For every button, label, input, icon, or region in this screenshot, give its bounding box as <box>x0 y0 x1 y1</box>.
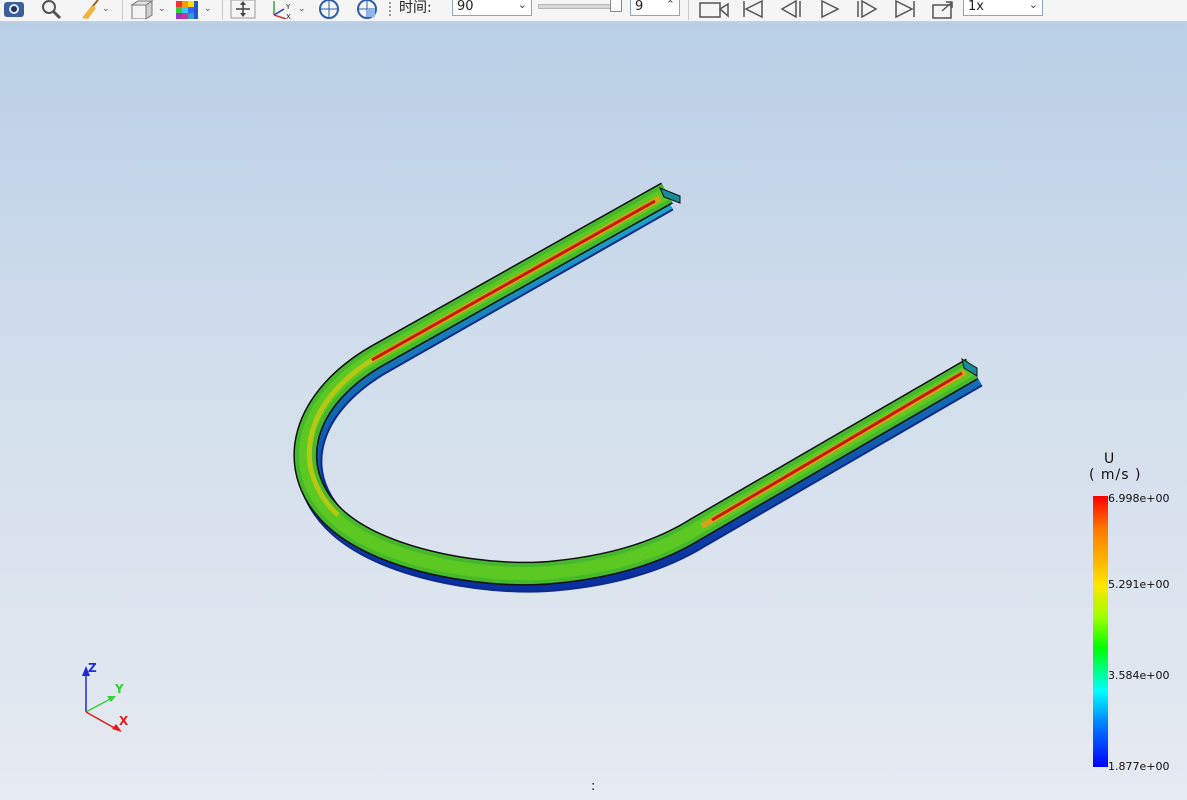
axes-button[interactable]: Y X ⌄ <box>268 0 306 20</box>
3d-viewport[interactable]: Z Y X U ( m/s ) 6.998e+00 5.291e+00 3.58… <box>0 22 1187 800</box>
next-frame-button[interactable] <box>854 0 880 20</box>
orientation-axes: Z Y X <box>82 662 129 732</box>
first-frame-button[interactable] <box>740 0 766 20</box>
magnifier-icon <box>42 0 62 19</box>
time-slider[interactable] <box>538 4 620 9</box>
pipe-model[interactable] <box>0 22 1187 800</box>
colormap-button[interactable]: ⌄ <box>174 0 212 20</box>
legend-tick-2: 3.584e+00 <box>1108 669 1170 682</box>
video-camera-icon <box>699 2 729 18</box>
step-forward-icon <box>857 0 878 19</box>
time-slider-handle[interactable] <box>610 0 622 12</box>
view-box-button[interactable]: ⌄ <box>128 0 166 20</box>
toolbar: ⌄ ⌄ ⌄ Y X ⌄ 时间: 90 ⌄ 9 ⌃ 1x ⌄ <box>0 0 1187 22</box>
chevron-down-icon[interactable]: ⌄ <box>204 4 212 14</box>
speed-value: 1x <box>968 0 984 14</box>
rotate-left-button[interactable] <box>314 0 344 20</box>
export-button[interactable] <box>930 0 958 20</box>
axis-y-label: Y <box>114 682 124 696</box>
export-icon <box>932 1 953 19</box>
legend-min: 1.877e+00 <box>1108 760 1170 773</box>
zoom-button[interactable] <box>38 0 66 20</box>
pan-button[interactable] <box>230 0 258 20</box>
play-button[interactable] <box>818 0 842 20</box>
legend-tick-1: 5.291e+00 <box>1108 578 1170 591</box>
chevron-down-icon[interactable]: ⌄ <box>298 4 306 14</box>
axis-x-label: X <box>119 714 129 728</box>
broom-icon <box>82 0 99 19</box>
step-back-icon <box>780 0 801 19</box>
legend-unit: ( m/s ) <box>1089 467 1142 483</box>
step-spinbox[interactable]: 9 ⌃ <box>630 0 680 16</box>
legend-max: 6.998e+00 <box>1108 492 1170 505</box>
time-label: 时间: <box>399 0 432 16</box>
time-select[interactable]: 90 ⌄ <box>452 0 532 16</box>
spin-arrows-icon[interactable]: ⌃ <box>666 0 675 11</box>
move-icon <box>230 0 256 19</box>
svg-text:X: X <box>286 13 291 19</box>
color-bar <box>1093 496 1108 767</box>
screenshot-button[interactable] <box>2 0 26 20</box>
record-button[interactable] <box>698 0 730 20</box>
chevron-down-icon[interactable]: ⌄ <box>518 0 527 11</box>
chevron-down-icon[interactable]: ⌄ <box>158 4 166 14</box>
last-frame-button[interactable] <box>892 0 918 20</box>
chevron-down-icon[interactable]: ⌄ <box>1029 0 1038 11</box>
rotate-icon <box>319 0 339 19</box>
axis-z-label: Z <box>88 662 97 675</box>
play-icon <box>821 0 840 19</box>
skip-last-icon <box>895 0 915 19</box>
clear-button[interactable]: ⌄ <box>76 0 110 20</box>
cube-icon <box>130 0 154 19</box>
time-value: 90 <box>457 0 474 14</box>
legend-field: U <box>1104 451 1115 467</box>
skip-first-icon <box>743 0 763 19</box>
step-value: 9 <box>635 0 644 14</box>
speed-select[interactable]: 1x ⌄ <box>963 0 1043 16</box>
camera-icon <box>4 2 24 17</box>
status-text: : <box>591 779 596 794</box>
previous-frame-button[interactable] <box>778 0 804 20</box>
rotate-icon <box>357 0 377 19</box>
rotate-right-button[interactable] <box>352 0 382 20</box>
chevron-down-icon[interactable]: ⌄ <box>102 4 110 14</box>
svg-text:Y: Y <box>285 3 291 11</box>
colormap-icon <box>176 1 198 19</box>
axes-icon: Y X <box>273 1 291 19</box>
